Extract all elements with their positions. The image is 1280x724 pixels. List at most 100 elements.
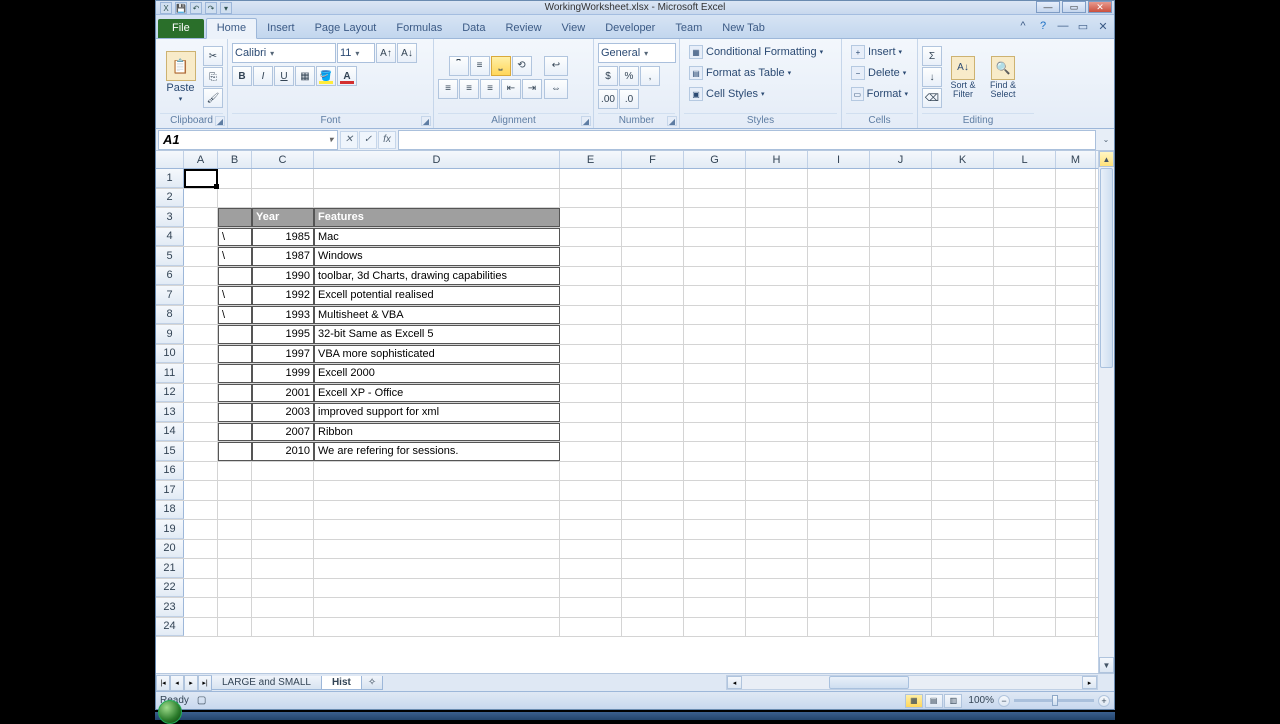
underline-button[interactable]: U <box>274 66 294 86</box>
fill-icon[interactable]: ↓ <box>922 67 942 87</box>
cell[interactable] <box>870 442 932 461</box>
cell[interactable] <box>622 364 684 383</box>
cell[interactable] <box>622 540 684 559</box>
cell[interactable] <box>218 345 252 364</box>
horizontal-scrollbar[interactable]: ◂ ▸ <box>726 675 1098 690</box>
tab-file[interactable]: File <box>158 19 204 38</box>
cell[interactable] <box>746 345 808 364</box>
help-icon[interactable]: ? <box>1036 19 1050 33</box>
cell[interactable] <box>932 540 994 559</box>
cell[interactable] <box>994 325 1056 344</box>
cell[interactable] <box>184 189 218 208</box>
doc-minimize-icon[interactable]: — <box>1056 19 1070 33</box>
cell[interactable] <box>994 364 1056 383</box>
comma-format-icon[interactable]: , <box>640 66 660 86</box>
cell[interactable] <box>994 267 1056 286</box>
cell[interactable] <box>808 520 870 539</box>
cell[interactable] <box>684 189 746 208</box>
cell[interactable] <box>808 423 870 442</box>
cell[interactable] <box>1056 345 1096 364</box>
maximize-button[interactable]: ▭ <box>1062 1 1086 13</box>
tab-insert[interactable]: Insert <box>257 19 305 38</box>
cell[interactable] <box>184 208 218 227</box>
cell[interactable]: Multisheet & VBA <box>314 306 560 325</box>
cell[interactable] <box>870 501 932 520</box>
cell[interactable] <box>808 598 870 617</box>
tab-home[interactable]: Home <box>206 18 257 39</box>
orientation-icon[interactable]: ⟲ <box>512 56 532 76</box>
cell[interactable] <box>184 501 218 520</box>
sheet-tab-hist[interactable]: Hist <box>321 676 362 690</box>
row-header[interactable]: 3 <box>156 208 184 227</box>
cell[interactable] <box>1056 325 1096 344</box>
cell[interactable] <box>932 598 994 617</box>
cell[interactable] <box>746 579 808 598</box>
cell[interactable] <box>1056 208 1096 227</box>
cell[interactable] <box>184 286 218 305</box>
cell[interactable] <box>746 540 808 559</box>
cell[interactable] <box>252 169 314 188</box>
cell[interactable]: 32-bit Same as Excell 5 <box>314 325 560 344</box>
col-header[interactable]: I <box>808 151 870 168</box>
cell[interactable] <box>994 306 1056 325</box>
cell[interactable] <box>746 286 808 305</box>
dialog-launcher-icon[interactable]: ◢ <box>667 116 677 126</box>
cell[interactable] <box>314 618 560 637</box>
font-color-button[interactable]: A <box>337 66 357 86</box>
cell[interactable]: 1985 <box>252 228 314 247</box>
row-header[interactable]: 5 <box>156 247 184 266</box>
row-header[interactable]: 23 <box>156 598 184 617</box>
number-format-combo[interactable]: General▾ <box>598 43 676 63</box>
cell[interactable] <box>684 325 746 344</box>
cell[interactable] <box>684 247 746 266</box>
cell[interactable] <box>1056 442 1096 461</box>
cell[interactable] <box>1056 384 1096 403</box>
cell[interactable] <box>1056 286 1096 305</box>
row-header[interactable]: 7 <box>156 286 184 305</box>
cell[interactable] <box>808 208 870 227</box>
cell[interactable] <box>994 520 1056 539</box>
cell[interactable] <box>746 442 808 461</box>
cell[interactable] <box>218 481 252 500</box>
expand-formula-bar-icon[interactable]: ⌄ <box>1098 129 1114 151</box>
dialog-launcher-icon[interactable]: ◢ <box>581 116 591 126</box>
cell[interactable] <box>684 286 746 305</box>
cell[interactable] <box>684 579 746 598</box>
row-header[interactable]: 1 <box>156 169 184 188</box>
cell[interactable] <box>560 501 622 520</box>
cell[interactable] <box>622 579 684 598</box>
row-header[interactable]: 14 <box>156 423 184 442</box>
cell[interactable] <box>314 540 560 559</box>
cell[interactable]: 1990 <box>252 267 314 286</box>
cell[interactable] <box>622 520 684 539</box>
cell[interactable] <box>314 559 560 578</box>
italic-button[interactable]: I <box>253 66 273 86</box>
zoom-slider[interactable] <box>1014 699 1094 702</box>
cell[interactable] <box>684 228 746 247</box>
cell[interactable] <box>622 384 684 403</box>
cell[interactable] <box>932 325 994 344</box>
cell[interactable] <box>808 364 870 383</box>
cell[interactable] <box>746 481 808 500</box>
enter-formula-icon[interactable]: ✓ <box>359 131 377 149</box>
cell[interactable] <box>932 169 994 188</box>
cell[interactable] <box>622 559 684 578</box>
cell[interactable] <box>684 481 746 500</box>
cell[interactable] <box>746 423 808 442</box>
cell[interactable]: toolbar, 3d Charts, drawing capabilities <box>314 267 560 286</box>
cell[interactable] <box>684 208 746 227</box>
cell[interactable] <box>184 442 218 461</box>
cell[interactable] <box>746 618 808 637</box>
page-layout-view-icon[interactable]: ▤ <box>925 694 943 708</box>
decrease-font-icon[interactable]: A↓ <box>397 43 417 63</box>
cell[interactable] <box>184 423 218 442</box>
cell[interactable] <box>870 540 932 559</box>
cell[interactable] <box>746 208 808 227</box>
cell[interactable] <box>1056 579 1096 598</box>
qat-dropdown-icon[interactable]: ▾ <box>220 2 232 14</box>
cell[interactable] <box>218 618 252 637</box>
name-box[interactable]: A1▾ <box>158 130 338 150</box>
cell[interactable] <box>218 579 252 598</box>
cell[interactable] <box>560 559 622 578</box>
cell[interactable] <box>1056 481 1096 500</box>
